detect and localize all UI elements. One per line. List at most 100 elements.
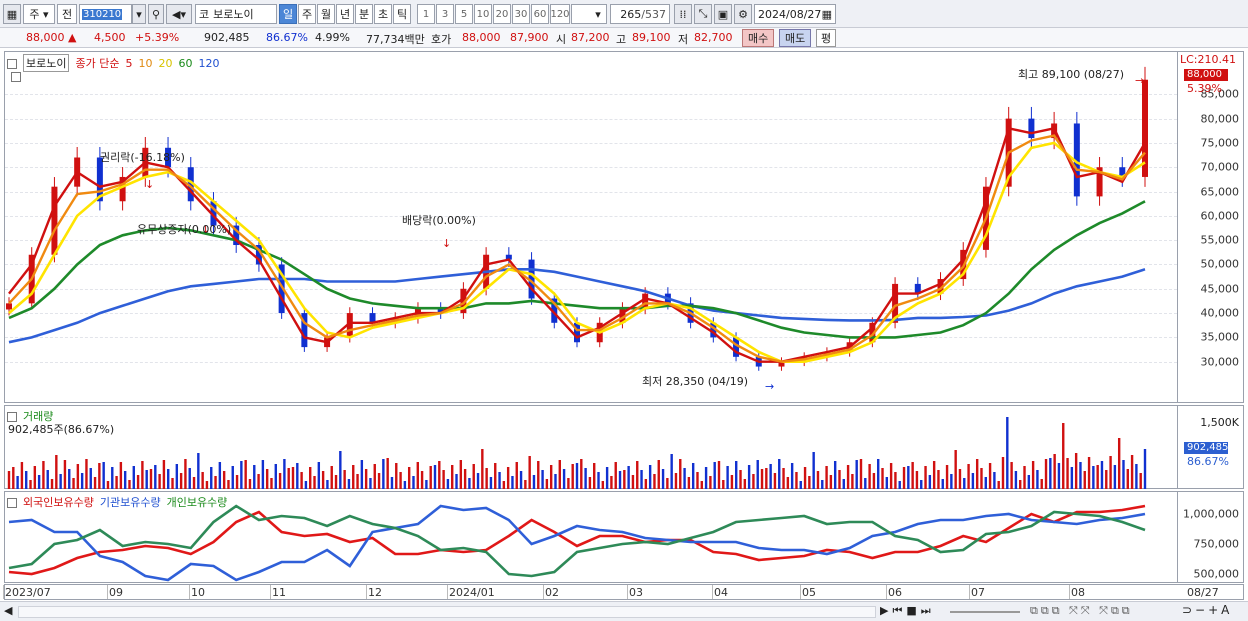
period-tab-4[interactable]: 분 bbox=[355, 4, 373, 24]
minute-tab-0[interactable]: 1 bbox=[417, 4, 435, 24]
volume-bar bbox=[498, 472, 501, 489]
volume-bar bbox=[920, 480, 923, 489]
volume-bar bbox=[842, 479, 845, 489]
volume-bar bbox=[679, 459, 682, 489]
legend-ma-60[interactable]: 60 bbox=[178, 57, 192, 70]
volume-bar bbox=[1036, 470, 1039, 489]
zoom-icons[interactable]: ⊃−+A bbox=[1182, 603, 1232, 617]
holdings-panel[interactable]: 외국인보유수량 기관보유수량 개인보유수량 bbox=[4, 491, 1178, 583]
candle-body[interactable] bbox=[574, 322, 580, 343]
volume-bar bbox=[722, 480, 725, 489]
collapse-icon[interactable] bbox=[7, 59, 17, 69]
volume-bar bbox=[795, 472, 798, 489]
candle-body[interactable] bbox=[51, 186, 58, 255]
scroll-left-icon[interactable]: ◀ bbox=[4, 604, 12, 617]
period-tab-1[interactable]: 주 bbox=[298, 4, 316, 24]
minute-tab-4[interactable]: 20 bbox=[493, 4, 511, 24]
volume-bar bbox=[855, 460, 858, 489]
legend-ma-10[interactable]: 10 bbox=[138, 57, 152, 70]
playback-controls[interactable]: ▶⏮■⏭ bbox=[880, 604, 935, 618]
holdings-line-green[interactable] bbox=[8, 504, 1146, 578]
open-price: 87,200 bbox=[571, 31, 610, 44]
period-tab-0[interactable]: 일 bbox=[279, 4, 297, 24]
period-tab-3[interactable]: 년 bbox=[336, 4, 354, 24]
market-select[interactable]: 주 ▾ bbox=[23, 4, 55, 24]
stock-name-field[interactable]: 코 보로노이 bbox=[195, 4, 277, 24]
volume-bar bbox=[270, 478, 273, 489]
tool-icon[interactable]: ⤡ bbox=[694, 4, 712, 24]
volume-bar bbox=[1027, 475, 1031, 489]
prev-button[interactable]: 전 bbox=[57, 4, 77, 24]
institution-holdings-label[interactable]: 기관보유수량 bbox=[100, 494, 161, 510]
period-tab-5[interactable]: 초 bbox=[374, 4, 392, 24]
date-field[interactable]: 2024/08/27 ▦ bbox=[754, 4, 836, 24]
minute-tab-7[interactable]: 120 bbox=[550, 4, 570, 24]
high-label: 고 bbox=[616, 33, 627, 46]
period-tab-6[interactable]: 틱 bbox=[393, 4, 411, 24]
price-scale[interactable]: LC:210.41 85,000 80,000 75,000 70,000 65,000… bbox=[1178, 51, 1244, 403]
price-tick: 35,000 bbox=[1200, 330, 1240, 344]
zoom-slider[interactable] bbox=[950, 611, 1020, 613]
count-field[interactable]: 265/537 bbox=[610, 4, 670, 24]
search-icon[interactable]: ⚲ bbox=[148, 4, 164, 24]
volume-bar bbox=[231, 466, 234, 489]
legend-ma-5[interactable]: 5 bbox=[125, 57, 132, 70]
holdings-scale[interactable]: 1,000,000 750,000 500,000 bbox=[1178, 491, 1244, 583]
volume-chart[interactable] bbox=[5, 406, 1179, 490]
volume-bar bbox=[648, 465, 652, 489]
volume-bar bbox=[128, 480, 131, 489]
chart-menu-icon[interactable]: ▦ bbox=[3, 4, 21, 24]
calendar-icon[interactable]: ▦ bbox=[822, 8, 832, 21]
volume-bar bbox=[868, 464, 871, 489]
volume-bar bbox=[171, 478, 174, 489]
legend-stock-name: 보로노이 bbox=[23, 54, 70, 72]
holdings-line-red[interactable] bbox=[8, 504, 1146, 576]
buy-button[interactable]: 매수 bbox=[742, 29, 775, 47]
legend-ma-120[interactable]: 120 bbox=[198, 57, 219, 70]
volume-bar bbox=[932, 461, 936, 489]
grid-icon[interactable]: ⁞⁞ bbox=[674, 4, 692, 24]
volume-bar bbox=[799, 481, 802, 489]
candle-body[interactable] bbox=[1028, 118, 1035, 139]
minute-tab-3[interactable]: 10 bbox=[474, 4, 492, 24]
minute-tab-5[interactable]: 30 bbox=[512, 4, 530, 24]
volume-bar bbox=[330, 466, 333, 489]
volume-panel[interactable]: 거래량 902,485주(86.67%) bbox=[4, 405, 1178, 489]
sound-icon[interactable]: ◀▾ bbox=[166, 4, 192, 24]
minute-tab-2[interactable]: 5 bbox=[455, 4, 473, 24]
price-tick: 40,000 bbox=[1200, 306, 1240, 320]
table-icon[interactable] bbox=[11, 72, 21, 82]
volume-bar bbox=[175, 464, 179, 489]
volume-bar bbox=[864, 478, 867, 489]
volume-bar bbox=[674, 473, 678, 489]
low-label: 저 bbox=[678, 33, 689, 46]
minute-tab-6[interactable]: 60 bbox=[531, 4, 549, 24]
bottom-scroll-bar: ◀ ▶⏮■⏭ ⧉⧉⧉ ⤧⤧ ⤧⧉⧉ ⊃−+A bbox=[0, 601, 1248, 621]
volume-bar bbox=[111, 467, 114, 489]
x-tick: 2023/07 bbox=[5, 586, 51, 599]
foreign-holdings-label[interactable]: 외국인보유수량 bbox=[23, 494, 94, 510]
stock-code-input[interactable]: 310210 bbox=[79, 4, 132, 24]
holdings-tick: 1,000,000 bbox=[1183, 507, 1239, 521]
volume-bar bbox=[377, 473, 381, 489]
scrollbar-track[interactable] bbox=[18, 606, 876, 618]
code-dropdown-icon[interactable]: ▾ bbox=[132, 4, 146, 24]
candle-body[interactable] bbox=[6, 303, 12, 310]
sell-button[interactable]: 매도 bbox=[779, 29, 812, 47]
price-panel[interactable]: ↓ ↓ ↓ → → 보로노이 종가 단순 5 10 20 60 120 최고 89,10… bbox=[4, 51, 1178, 403]
save-icon[interactable]: ▣ bbox=[714, 4, 732, 24]
volume-bar bbox=[1057, 463, 1061, 489]
retail-holdings-label[interactable]: 개인보유수량 bbox=[167, 494, 228, 510]
legend-ma-20[interactable]: 20 bbox=[158, 57, 172, 70]
interval-select[interactable]: ▾ bbox=[571, 4, 607, 24]
view-tool-icons[interactable]: ⧉⧉⧉ ⤧⤧ ⤧⧉⧉ bbox=[1030, 604, 1133, 618]
current-pct-tag: 5.39% bbox=[1187, 82, 1222, 95]
collapse-icon[interactable] bbox=[7, 498, 17, 508]
stock-name: 보로노이 bbox=[213, 8, 254, 21]
volume-bar bbox=[1130, 455, 1134, 489]
volume-bar bbox=[446, 479, 450, 489]
gear-icon[interactable]: ⚙ bbox=[734, 4, 752, 24]
minute-tab-1[interactable]: 3 bbox=[436, 4, 454, 24]
period-tab-2[interactable]: 월 bbox=[317, 4, 335, 24]
valuation-button[interactable]: 평 bbox=[816, 29, 837, 47]
